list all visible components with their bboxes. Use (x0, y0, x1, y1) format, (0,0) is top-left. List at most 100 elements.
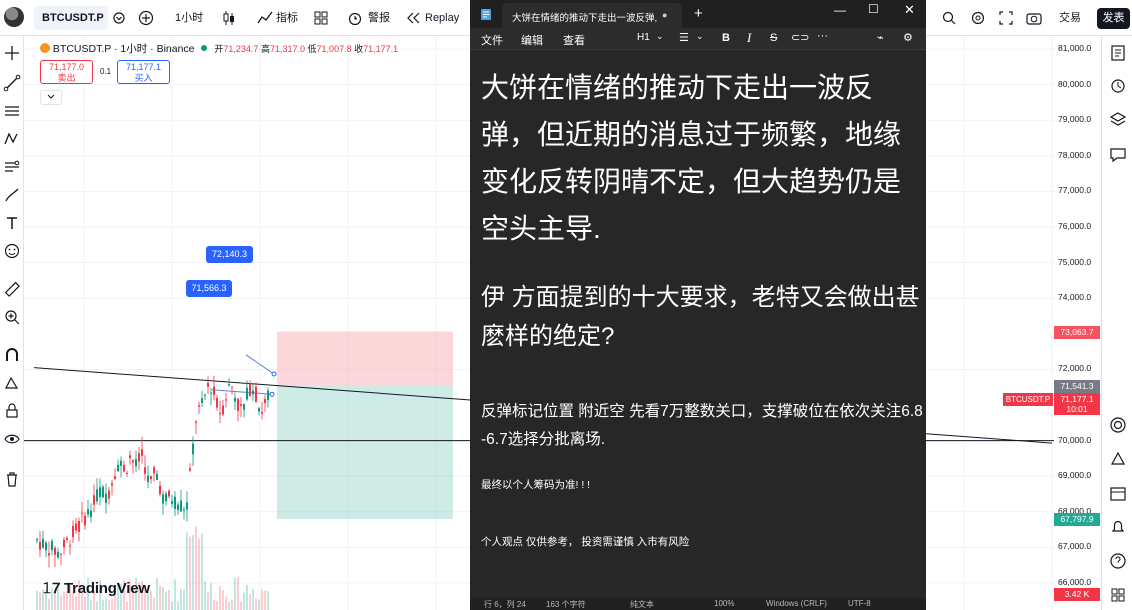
forecast-icon[interactable] (3, 158, 21, 176)
volume-bar (60, 596, 62, 610)
buy-button[interactable]: 71,177.1 买入 (117, 60, 170, 84)
close-icon[interactable]: ✕ (904, 2, 915, 18)
copilot-icon[interactable]: ⌁ (877, 31, 884, 44)
replay-button[interactable]: Replay (425, 8, 459, 28)
candle-body (114, 476, 116, 479)
apps-grid-icon[interactable] (1109, 586, 1127, 604)
volume-bar (84, 596, 86, 610)
lock-icon[interactable] (3, 402, 21, 420)
minimize-icon[interactable]: — (834, 3, 846, 17)
price-label-bubble[interactable]: 71,566.3 (186, 280, 232, 297)
trade-button[interactable]: 交易 (1059, 8, 1081, 28)
emoji-icon[interactable] (3, 242, 21, 260)
tab-document[interactable]: 大饼在情绪的推动下走出一波反弹, ● (502, 3, 682, 28)
menu-view[interactable]: 查看 (563, 32, 585, 48)
document-paragraph[interactable]: 反弹标记位置 附近空 先看7万整数关口，支撑破位在依次关注6.8 -6.7选择分… (481, 398, 926, 454)
calendar-icon[interactable] (1109, 484, 1127, 502)
notification-icon[interactable] (1109, 518, 1127, 536)
collapse-legend-button[interactable] (40, 90, 62, 105)
candle-style-icon[interactable] (221, 8, 237, 28)
menu-edit[interactable]: 编辑 (521, 32, 543, 48)
volume-bar (219, 586, 221, 610)
pattern-icon[interactable] (3, 130, 21, 148)
settings-gear-icon[interactable] (970, 8, 986, 28)
volume-bar (243, 592, 245, 610)
camera-icon[interactable] (1025, 8, 1043, 28)
interval-button[interactable]: 1小时 (175, 8, 203, 28)
candle-body (198, 405, 200, 407)
symbol-options-icon[interactable] (112, 8, 126, 28)
document-subheading[interactable]: 伊 方面提到的十大要求，老特又会做出甚麽样的绝定? (481, 278, 921, 356)
horizontal-lines-icon[interactable] (3, 102, 21, 120)
price-tick: 74,000.0 (1058, 292, 1092, 303)
menu-file[interactable]: 文件 (481, 32, 503, 48)
target-icon[interactable] (1109, 416, 1127, 434)
alert-button[interactable]: 警报 (368, 8, 390, 28)
candle-body (153, 467, 155, 474)
brush-icon[interactable] (3, 186, 21, 204)
avatar[interactable] (4, 7, 24, 27)
candle-body (168, 490, 170, 497)
unsaved-dot-icon[interactable]: ● (662, 10, 667, 20)
settings-gear-icon[interactable]: ⚙ (903, 31, 913, 44)
price-tick: 70,000.0 (1058, 434, 1092, 445)
document-heading[interactable]: 大饼在情绪的推动下走出一波反弹，但近期的消息过于频繁，地缘变化反转阴晴不定，但大… (481, 64, 919, 252)
compare-add-icon[interactable] (137, 8, 155, 28)
publish-button[interactable]: 发表 (1097, 8, 1130, 29)
candle-body (57, 551, 59, 558)
candle-body (60, 553, 62, 555)
price-label-bubble[interactable]: 72,140.3 (206, 246, 253, 263)
document-note[interactable]: 最终以个人筹码为准! ! ! (481, 477, 590, 492)
list-icon[interactable]: ☰ (679, 31, 689, 44)
indicators-button[interactable]: 指标 (276, 8, 298, 28)
price-scale[interactable]: 81,000.0 80,000.0 79,000.0 78,000.0 77,000.0… (1054, 36, 1101, 610)
trash-icon[interactable] (3, 470, 21, 488)
symbol-search-button[interactable]: BTCUSDT.P (34, 6, 108, 30)
strikethrough-icon[interactable]: S (770, 32, 777, 44)
help-icon[interactable] (1109, 552, 1127, 570)
chat-icon[interactable] (1109, 146, 1127, 164)
candle-body (216, 397, 218, 408)
candle-body (144, 467, 146, 474)
ruler-icon[interactable] (3, 280, 21, 298)
candle-body (195, 421, 197, 423)
eye-icon[interactable] (3, 430, 21, 448)
price-tick: 76,000.0 (1058, 221, 1092, 231)
bold-icon[interactable]: B (722, 32, 730, 44)
layers-icon[interactable] (1109, 110, 1127, 128)
zoom-in-icon[interactable] (3, 308, 21, 326)
chevron-down-icon[interactable]: ⌄ (696, 31, 704, 42)
italic-icon[interactable]: I (747, 30, 751, 46)
ideas-triangle-icon[interactable] (1109, 450, 1127, 468)
candle-body (102, 486, 104, 498)
fullscreen-icon[interactable] (998, 8, 1014, 28)
trend-line-icon[interactable] (3, 74, 21, 92)
volume-bar (174, 579, 176, 610)
new-tab-plus-icon[interactable]: + (694, 5, 703, 22)
volume-bar (255, 598, 257, 610)
alerts-clock-icon[interactable] (1109, 76, 1127, 94)
price-tick: 80,000.0 (1058, 78, 1092, 89)
lock-drawing-icon[interactable] (3, 374, 21, 392)
volume-bar (48, 598, 50, 610)
chevron-down-icon (47, 94, 55, 99)
alarm-clock-icon[interactable] (347, 8, 363, 28)
status-encoding: UTF-8 (848, 599, 871, 608)
sell-button[interactable]: 71,177.0 卖出 (40, 60, 93, 84)
document-disclaimer[interactable]: 个人观点 仅供参考， 投资需谨慎 入市有风险 (481, 534, 689, 549)
heading-dropdown[interactable]: H1 (637, 32, 650, 43)
crosshair-icon[interactable] (3, 44, 21, 62)
more-icon[interactable]: ··· (817, 30, 828, 42)
link-icon[interactable]: ⊂⊃ (791, 31, 809, 44)
indicators-icon[interactable] (257, 8, 273, 28)
watchlist-icon[interactable] (1109, 44, 1127, 62)
rewind-icon[interactable] (405, 8, 421, 28)
candle-body (126, 472, 128, 474)
text-tool-icon[interactable] (3, 214, 21, 232)
zoom-icon[interactable] (942, 8, 956, 28)
chevron-down-icon[interactable]: ⌄ (656, 31, 664, 42)
buy-label: 买入 (134, 73, 153, 83)
magnet-icon[interactable] (3, 346, 21, 364)
layout-grid-icon[interactable] (313, 8, 329, 28)
maximize-icon[interactable]: ☐ (868, 2, 879, 16)
